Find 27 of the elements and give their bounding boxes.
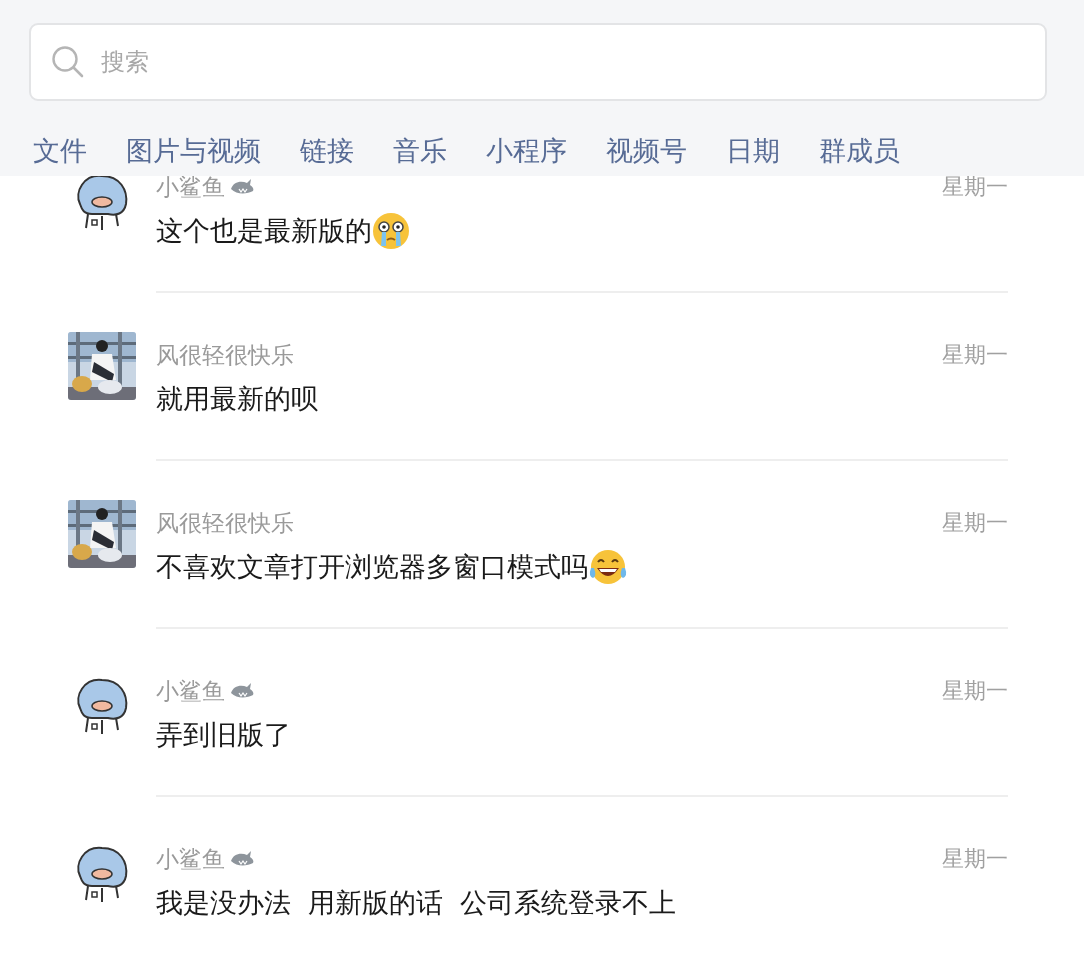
filter-tab[interactable]: 链接 [300,133,354,169]
filter-tab[interactable]: 视频号 [606,133,687,169]
sender-name: 小鲨鱼 [156,844,225,874]
message-text: 弄到旧版了 [156,718,291,752]
laughing-face-icon [588,548,628,586]
sender-name: 风很轻很快乐 [156,340,294,370]
message-text: 不喜欢文章打开浏览器多窗口模式吗 [156,550,588,584]
message-text: 我是没办法 用新版的话 公司系统登录不上 [156,886,677,920]
message-time: 星期一 [942,509,1008,537]
filter-tab[interactable]: 群成员 [819,133,900,169]
sender-name: 风很轻很快乐 [156,508,294,538]
message-time: 星期一 [942,173,1008,201]
filter-tab[interactable]: 音乐 [393,133,447,169]
message-text: 就用最新的呗 [156,382,318,416]
search-icon [51,45,85,79]
search-field[interactable]: 搜索 [29,23,1047,101]
filter-tab[interactable]: 文件 [33,133,87,169]
filter-tab[interactable]: 图片与视频 [126,133,261,169]
message-time: 星期一 [942,341,1008,369]
crying-face-icon [372,212,410,250]
sender-name: 小鲨鱼 [156,676,225,706]
filter-tab[interactable]: 小程序 [486,133,567,169]
filter-tab[interactable]: 日期 [726,133,780,169]
message-time: 星期一 [942,677,1008,705]
sender-name: 小鲨鱼 [156,172,225,202]
message-text: 这个也是最新版的 [156,214,372,248]
message-time: 星期一 [942,845,1008,873]
